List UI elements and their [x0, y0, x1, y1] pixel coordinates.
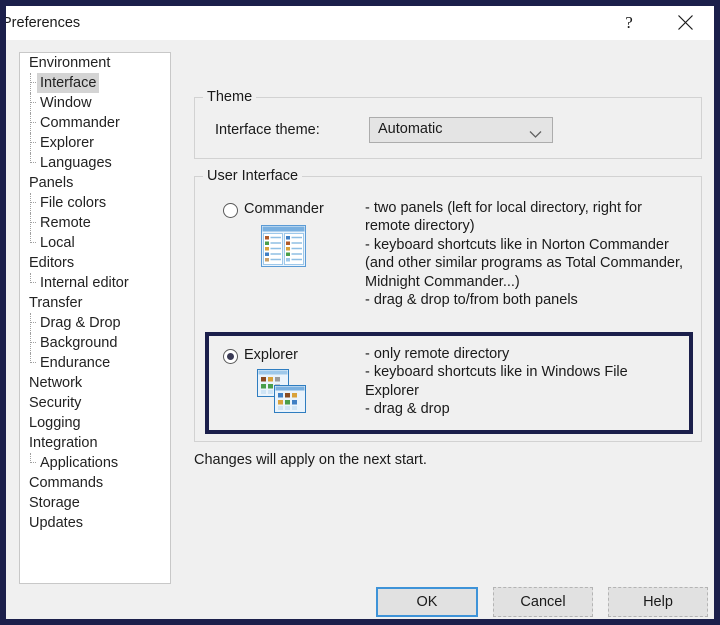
- tree-item-local[interactable]: Local: [20, 233, 170, 253]
- interface-theme-value: Automatic: [378, 121, 443, 137]
- tree-item-interface[interactable]: Interface: [20, 73, 170, 93]
- tree-item-label: Explorer: [40, 135, 94, 151]
- chevron-down-icon: [529, 126, 542, 144]
- tree-item-label: Environment: [29, 55, 111, 71]
- tree-item-label: Editors: [29, 255, 75, 271]
- two-panel-window-icon: [261, 225, 306, 272]
- tree-item-label: Panels: [29, 175, 74, 191]
- titlebar-close-button[interactable]: [662, 6, 708, 39]
- explorer-radio[interactable]: [223, 349, 238, 364]
- tree-item-label: Commander: [40, 115, 120, 131]
- tree-item-internal-editor[interactable]: Internal editor: [20, 273, 170, 293]
- tree-item-updates[interactable]: Updates: [20, 513, 170, 533]
- theme-group-title: Theme: [203, 89, 257, 105]
- tree-item-panels[interactable]: Panels: [20, 173, 170, 193]
- tree-item-label: File colors: [40, 195, 107, 211]
- tree-item-label: Transfer: [29, 295, 83, 311]
- tree-item-label: Integration: [29, 435, 98, 451]
- tree-item-applications[interactable]: Applications: [20, 453, 170, 473]
- tree-item-label: Remote: [40, 215, 91, 231]
- restart-note: Changes will apply on the next start.: [194, 452, 427, 468]
- tree-item-label: Network: [29, 375, 83, 391]
- tree-item-logging[interactable]: Logging: [20, 413, 170, 433]
- tree-item-background[interactable]: Background: [20, 333, 170, 353]
- tree-item-network[interactable]: Network: [20, 373, 170, 393]
- tree-item-endurance[interactable]: Endurance: [20, 353, 170, 373]
- tree-item-label: Endurance: [40, 355, 111, 371]
- interface-theme-select[interactable]: Automatic: [369, 117, 553, 143]
- tree-item-label: Commands: [29, 475, 104, 491]
- titlebar-help-button[interactable]: ?: [606, 6, 652, 39]
- help-button[interactable]: Help: [608, 587, 708, 617]
- explorer-label[interactable]: Explorer: [244, 347, 298, 363]
- tree-item-storage[interactable]: Storage: [20, 493, 170, 513]
- tree-item-label: Storage: [29, 495, 80, 511]
- tree-item-file-colors[interactable]: File colors: [20, 193, 170, 213]
- tree-item-drag-drop[interactable]: Drag & Drop: [20, 313, 170, 333]
- title-bar: Preferences ?: [6, 6, 714, 41]
- close-icon: [677, 15, 693, 30]
- tree-item-label: Logging: [29, 415, 81, 431]
- tree-item-label: Interface: [37, 73, 100, 93]
- tree-item-commands[interactable]: Commands: [20, 473, 170, 493]
- tree-item-label: Languages: [40, 155, 112, 171]
- tree-item-languages[interactable]: Languages: [20, 153, 170, 173]
- cancel-button[interactable]: Cancel: [493, 587, 593, 617]
- ok-button[interactable]: OK: [376, 587, 478, 617]
- tree-item-label: Internal editor: [40, 275, 129, 291]
- tree-item-label: Updates: [29, 515, 84, 531]
- commander-label[interactable]: Commander: [244, 201, 324, 217]
- tree-item-label: Drag & Drop: [40, 315, 121, 331]
- theme-group: Theme Interface theme: Automatic: [194, 89, 702, 159]
- tree-item-label: Security: [29, 395, 82, 411]
- commander-description: - two panels (left for local directory, …: [365, 200, 684, 309]
- svg-text:?: ?: [625, 14, 633, 32]
- interface-theme-label: Interface theme:: [215, 122, 320, 138]
- tree-item-remote[interactable]: Remote: [20, 213, 170, 233]
- tree-item-editors[interactable]: Editors: [20, 253, 170, 273]
- preferences-category-tree[interactable]: Environment Interface Window Commander Explo…: [19, 52, 171, 584]
- tree-item-environment[interactable]: Environment: [20, 53, 170, 73]
- tree-item-security[interactable]: Security: [20, 393, 170, 413]
- tree-item-commander[interactable]: Commander: [20, 113, 170, 133]
- preferences-dialog: Preferences ? Environment Interface Window…: [0, 0, 720, 625]
- commander-radio[interactable]: [223, 203, 238, 218]
- explorer-description: - only remote directory - keyboard short…: [365, 346, 628, 418]
- tree-item-label: Background: [40, 335, 118, 351]
- tree-item-integration[interactable]: Integration: [20, 433, 170, 453]
- window-title: Preferences: [2, 15, 81, 31]
- tree-item-transfer[interactable]: Transfer: [20, 293, 170, 313]
- tree-item-window[interactable]: Window: [20, 93, 170, 113]
- user-interface-group-title: User Interface: [203, 168, 303, 184]
- user-interface-group: User Interface Commander - two panels (l…: [194, 168, 702, 442]
- two-stacked-windows-icon: [257, 369, 307, 419]
- tree-item-explorer[interactable]: Explorer: [20, 133, 170, 153]
- question-mark-icon: ?: [625, 14, 633, 32]
- tree-item-label: Applications: [40, 455, 119, 471]
- dialog-content: Environment Interface Window Commander Explo…: [6, 40, 714, 619]
- tree-item-label: Window: [40, 95, 92, 111]
- tree-item-label: Local: [40, 235, 75, 251]
